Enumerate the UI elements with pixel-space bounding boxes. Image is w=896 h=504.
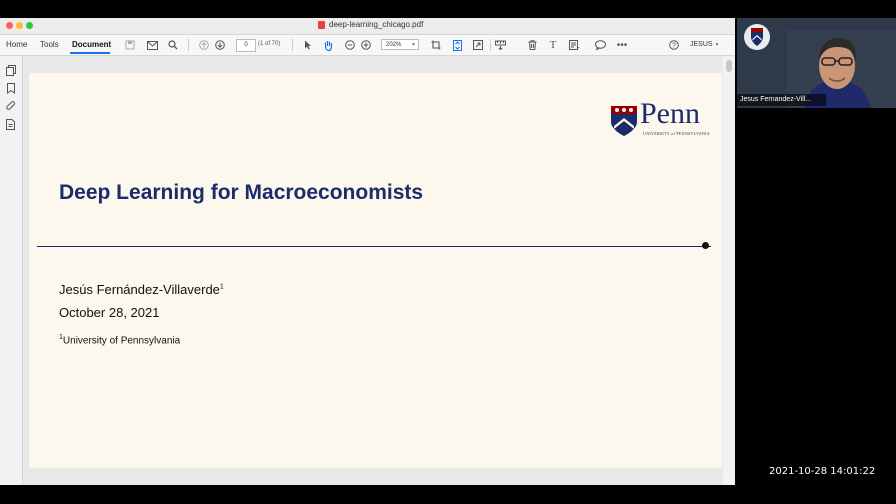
slide-author: Jesús Fernández-Villaverde1 xyxy=(59,282,224,297)
attachment-icon[interactable] xyxy=(5,101,16,112)
window-title-text: deep-learning_chicago.pdf xyxy=(329,20,424,29)
chevron-down-icon: ▼ xyxy=(714,42,720,48)
document-canvas: Penn UNIVERSITY of PENNSYLVANIA Deep Lea… xyxy=(23,56,723,485)
penn-wordmark: Penn xyxy=(640,97,700,130)
fit-page-icon[interactable] xyxy=(451,39,463,51)
tab-home[interactable]: Home xyxy=(6,40,27,49)
page-thumbnails-icon[interactable] xyxy=(5,65,16,76)
select-arrow-icon[interactable] xyxy=(302,39,314,51)
svg-text:?: ? xyxy=(672,43,676,50)
toolbar-divider xyxy=(188,39,189,51)
document-properties-icon[interactable] xyxy=(5,119,16,130)
email-icon[interactable] xyxy=(146,39,158,51)
vertical-scrollbar[interactable] xyxy=(724,56,735,485)
participant-name: Jesus Fernandez-Vill... xyxy=(737,94,826,106)
user-name: JESUS xyxy=(690,41,713,48)
zoom-level-value: 202% xyxy=(386,42,402,48)
ruler-icon[interactable] xyxy=(494,39,506,51)
help-icon[interactable]: ? xyxy=(668,39,680,51)
more-options-icon[interactable]: ••• xyxy=(616,39,628,51)
slide-date: October 28, 2021 xyxy=(59,305,160,320)
participant-video[interactable]: Jesus Fernandez-Vill... xyxy=(737,18,896,108)
hand-tool-icon[interactable] xyxy=(322,39,334,51)
mouse-cursor xyxy=(702,242,709,249)
title-rule xyxy=(37,246,711,247)
author-name: Jesús Fernández-Villaverde xyxy=(59,282,220,297)
previous-page-icon[interactable] xyxy=(198,39,210,51)
penn-logo: Penn UNIVERSITY of PENNSYLVANIA xyxy=(610,99,716,137)
close-window-button[interactable] xyxy=(6,22,13,29)
toolbar-divider xyxy=(490,39,491,51)
affiliation-text: University of Pennsylvania xyxy=(62,335,181,347)
toolbar-divider xyxy=(292,39,293,51)
delete-icon[interactable] xyxy=(526,39,538,51)
tab-document[interactable]: Document xyxy=(72,40,111,49)
author-footnote-mark: 1 xyxy=(219,283,224,291)
toolbar: Home Tools Document 0 (1 of 70) 202% ▼ T… xyxy=(0,35,735,56)
user-menu[interactable]: JESUS ▼ xyxy=(690,41,719,48)
page-number-input[interactable]: 0 xyxy=(236,39,256,52)
slide-title: Deep Learning for Macroeconomists xyxy=(59,181,424,204)
active-tab-indicator xyxy=(70,52,110,54)
pdf-file-icon xyxy=(318,20,325,29)
pdf-viewer-window: deep-learning_chicago.pdf Home Tools Doc… xyxy=(0,18,735,485)
save-icon[interactable] xyxy=(124,39,136,51)
page-count: (1 of 70) xyxy=(258,41,281,47)
text-tool-icon[interactable]: T xyxy=(547,39,559,51)
title-bar: deep-learning_chicago.pdf xyxy=(0,18,735,35)
penn-shield-icon xyxy=(611,106,637,136)
full-screen-icon[interactable] xyxy=(472,39,484,51)
bookmark-icon[interactable] xyxy=(5,83,16,94)
recording-timestamp: 2021-10-28 14:01:22 xyxy=(769,466,876,477)
tab-tools[interactable]: Tools xyxy=(40,40,59,49)
export-icon[interactable] xyxy=(568,39,580,51)
zoom-window-button[interactable] xyxy=(26,22,33,29)
slide-affiliation: 1University of Pennsylvania xyxy=(59,334,180,346)
window-title: deep-learning_chicago.pdf xyxy=(318,20,423,29)
zoom-out-icon[interactable] xyxy=(344,39,356,51)
zoom-level-select[interactable]: 202% ▼ xyxy=(381,39,419,50)
crop-icon[interactable] xyxy=(430,39,442,51)
scrollbar-thumb[interactable] xyxy=(726,60,732,72)
penn-subtitle: UNIVERSITY of PENNSYLVANIA xyxy=(643,131,710,136)
minimize-window-button[interactable] xyxy=(16,22,23,29)
zoom-in-icon[interactable] xyxy=(360,39,372,51)
next-page-icon[interactable] xyxy=(214,39,226,51)
navigation-pane xyxy=(0,56,23,485)
slide-page: Penn UNIVERSITY of PENNSYLVANIA Deep Lea… xyxy=(29,73,722,468)
penn-shield-icon xyxy=(744,24,770,50)
comment-icon[interactable] xyxy=(594,39,606,51)
chevron-down-icon: ▼ xyxy=(411,42,416,48)
search-icon[interactable] xyxy=(167,39,179,51)
